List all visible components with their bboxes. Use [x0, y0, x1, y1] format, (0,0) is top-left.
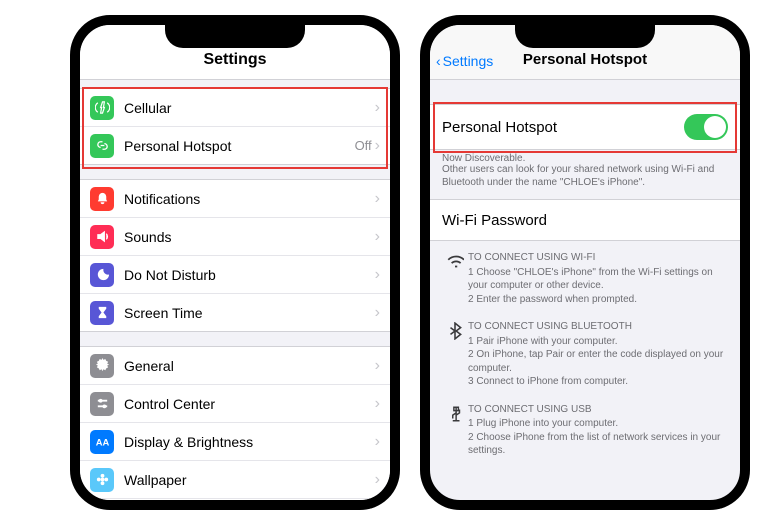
instruction-heading: TO CONNECT USING USB — [468, 403, 728, 417]
bt-icon — [442, 320, 468, 389]
chevron-right-icon: › — [375, 267, 380, 283]
settings-row-wallpaper[interactable]: Wallpaper› — [80, 461, 390, 499]
instruction-step: 2 Enter the password when prompted. — [468, 293, 728, 307]
settings-row-display-brightness[interactable]: AA Display & Brightness› — [80, 423, 390, 461]
row-label: Notifications — [124, 191, 375, 207]
instruction-heading: TO CONNECT USING BLUETOOTH — [468, 320, 728, 334]
phone-personal-hotspot: ‹ Settings Personal Hotspot Personal Hot… — [420, 15, 750, 510]
row-label: Personal Hotspot — [124, 138, 355, 154]
settings-row-general[interactable]: General› — [80, 347, 390, 385]
settings-row-personal-hotspot[interactable]: Personal HotspotOff› — [80, 127, 390, 164]
chevron-right-icon: › — [375, 191, 380, 207]
instruction-step: 1 Choose "CHLOE's iPhone" from the Wi-Fi… — [468, 266, 728, 293]
settings-row-cellular[interactable]: Cellular› — [80, 89, 390, 127]
antenna-icon — [90, 96, 114, 120]
now-discoverable-label: Now Discoverable. — [430, 150, 740, 164]
chevron-right-icon: › — [375, 229, 380, 245]
discoverable-description: Other users can look for your shared net… — [430, 164, 740, 195]
row-label: General — [124, 358, 375, 374]
phone-settings: Settings Cellular›Personal HotspotOff›No… — [70, 15, 400, 510]
settings-group: Notifications›Sounds›Do Not Disturb›Scre… — [80, 179, 390, 332]
hotspot-toggle-row[interactable]: Personal Hotspot — [430, 104, 740, 150]
row-value: Off — [355, 138, 372, 153]
instruction-step: 1 Plug iPhone into your computer. — [468, 417, 728, 431]
row-label: Do Not Disturb — [124, 267, 375, 283]
svg-text:AA: AA — [95, 437, 109, 447]
hourglass-icon — [90, 301, 114, 325]
notch — [165, 22, 305, 48]
back-button[interactable]: ‹ Settings — [436, 53, 493, 69]
connect-bt-section: TO CONNECT USING BLUETOOTH1 Pair iPhone … — [430, 310, 740, 393]
hotspot-toggle-label: Personal Hotspot — [442, 119, 557, 136]
chevron-right-icon: › — [375, 100, 380, 116]
instruction-step: 2 On iPhone, tap Pair or enter the code … — [468, 348, 728, 375]
settings-row-control-center[interactable]: Control Center› — [80, 385, 390, 423]
wifi-icon — [442, 251, 468, 306]
row-label: Control Center — [124, 396, 375, 412]
instruction-heading: TO CONNECT USING WI-FI — [468, 251, 728, 265]
chevron-right-icon: › — [375, 434, 380, 450]
row-label: Screen Time — [124, 305, 375, 321]
back-label: Settings — [443, 53, 494, 69]
settings-row-notifications[interactable]: Notifications› — [80, 180, 390, 218]
row-label: Sounds — [124, 229, 375, 245]
instruction-step: 3 Connect to iPhone from computer. — [468, 375, 728, 389]
connect-usb-section: TO CONNECT USING USB1 Plug iPhone into y… — [430, 393, 740, 462]
row-label: Wallpaper — [124, 472, 375, 488]
link-icon — [90, 134, 114, 158]
wifi-password-row[interactable]: Wi-Fi Password — [430, 199, 740, 241]
speaker-icon — [90, 225, 114, 249]
settings-group: General›Control Center›AADisplay & Brigh… — [80, 346, 390, 500]
bell-icon — [90, 187, 114, 211]
moon-icon — [90, 263, 114, 287]
aa-icon: AA — [90, 430, 114, 454]
instruction-step: 1 Pair iPhone with your computer. — [468, 335, 728, 349]
settings-group: Cellular›Personal HotspotOff› — [80, 88, 390, 165]
settings-row-do-not-disturb[interactable]: Do Not Disturb› — [80, 256, 390, 294]
sliders-icon — [90, 392, 114, 416]
notch — [515, 22, 655, 48]
page-title: Personal Hotspot — [523, 51, 647, 68]
wifi-password-label: Wi-Fi Password — [442, 212, 547, 229]
chevron-right-icon: › — [375, 396, 380, 412]
row-label: Cellular — [124, 100, 375, 116]
settings-row-sounds[interactable]: Sounds› — [80, 218, 390, 256]
instruction-step: 2 Choose iPhone from the list of network… — [468, 431, 728, 458]
chevron-left-icon: ‹ — [436, 53, 441, 69]
flower-icon — [90, 468, 114, 492]
chevron-right-icon: › — [375, 358, 380, 374]
row-label: Display & Brightness — [124, 434, 375, 450]
chevron-right-icon: › — [375, 305, 380, 321]
gear-icon — [90, 354, 114, 378]
hotspot-toggle-switch[interactable] — [684, 114, 728, 140]
connect-wifi-section: TO CONNECT USING WI-FI1 Choose "CHLOE's … — [430, 241, 740, 310]
usb-icon — [442, 403, 468, 458]
settings-row-siri-search[interactable]: Siri & Search› — [80, 499, 390, 500]
chevron-right-icon: › — [375, 472, 380, 488]
settings-row-screen-time[interactable]: Screen Time› — [80, 294, 390, 331]
chevron-right-icon: › — [375, 138, 380, 154]
